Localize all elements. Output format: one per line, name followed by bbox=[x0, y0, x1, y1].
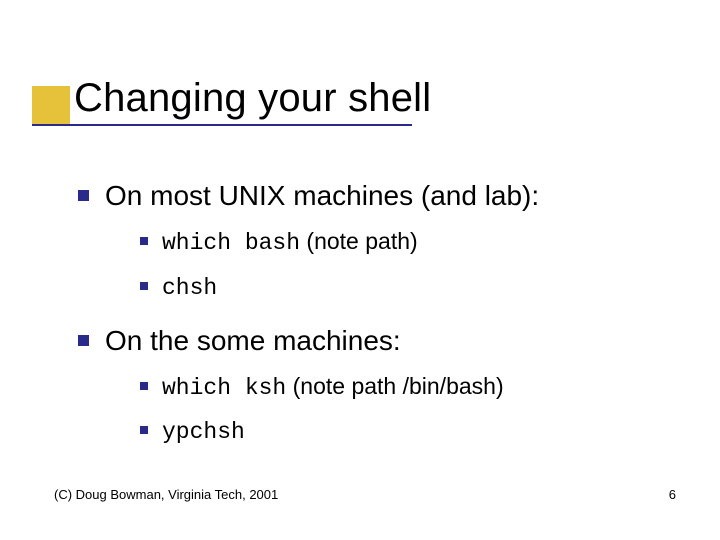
note-text: (note path) bbox=[300, 228, 418, 254]
list-item: On the some machines: bbox=[78, 323, 680, 358]
list-item-text: ypchsh bbox=[162, 416, 245, 447]
footer-copyright: (C) Doug Bowman, Virginia Tech, 2001 bbox=[54, 487, 278, 502]
list-item-text: On the some machines: bbox=[105, 323, 401, 358]
code-text: chsh bbox=[162, 275, 217, 301]
slide: Changing your shell On most UNIX machine… bbox=[0, 0, 720, 540]
title-underline bbox=[32, 124, 412, 126]
square-bullet-icon bbox=[78, 335, 89, 346]
list-item-text: which ksh (note path /bin/bash) bbox=[162, 372, 504, 403]
square-bullet-icon bbox=[140, 382, 148, 390]
list-item-text: which bash (note path) bbox=[162, 227, 418, 258]
list-item-text: On most UNIX machines (and lab): bbox=[105, 178, 539, 213]
sub-list: which ksh (note path /bin/bash) ypchsh bbox=[140, 372, 680, 448]
code-text: ypchsh bbox=[162, 419, 245, 445]
square-bullet-icon bbox=[140, 282, 148, 290]
list-item: ypchsh bbox=[140, 416, 680, 447]
code-text: which bash bbox=[162, 230, 300, 256]
note-text: (note path /bin/bash) bbox=[286, 373, 503, 399]
square-bullet-icon bbox=[140, 237, 148, 245]
code-text: which ksh bbox=[162, 375, 286, 401]
list-item: chsh bbox=[140, 272, 680, 303]
list-item: which ksh (note path /bin/bash) bbox=[140, 372, 680, 403]
list-item: On most UNIX machines (and lab): bbox=[78, 178, 680, 213]
page-number: 6 bbox=[669, 487, 676, 502]
list-item-text: chsh bbox=[162, 272, 217, 303]
slide-title: Changing your shell bbox=[74, 78, 431, 118]
accent-square-icon bbox=[32, 86, 70, 124]
slide-body: On most UNIX machines (and lab): which b… bbox=[78, 160, 680, 447]
square-bullet-icon bbox=[78, 190, 89, 201]
sub-list: which bash (note path) chsh bbox=[140, 227, 680, 303]
square-bullet-icon bbox=[140, 426, 148, 434]
title-block: Changing your shell bbox=[30, 78, 431, 118]
list-item: which bash (note path) bbox=[140, 227, 680, 258]
